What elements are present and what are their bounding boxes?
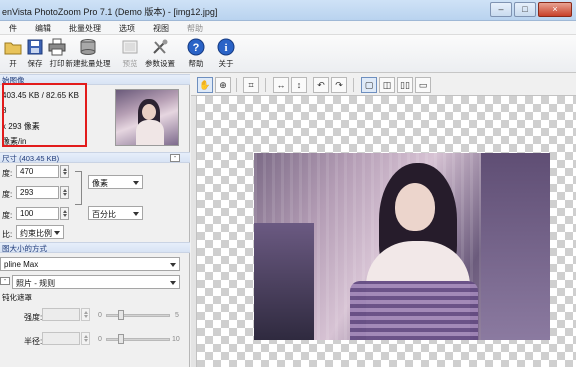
info-icon: i	[217, 38, 235, 56]
side-by-side-button[interactable]: ▯▯	[397, 77, 413, 93]
rotate-left-icon: ↶	[317, 80, 325, 90]
zoom-tool-button[interactable]: ⊕	[215, 77, 231, 93]
chevron-down-icon	[133, 181, 139, 185]
resize-method-section-header[interactable]: 图大小的方式	[0, 242, 190, 253]
side-by-side-icon: ▯▯	[400, 80, 410, 90]
settings-button[interactable]: 参数设置	[143, 37, 177, 71]
menu-view[interactable]: 视图	[144, 21, 178, 34]
menu-file[interactable]: 件	[0, 21, 26, 34]
stacked-view-button[interactable]: ▭	[415, 77, 431, 93]
aspect-link-icon	[75, 171, 82, 205]
crop-icon: ⌗	[248, 80, 254, 90]
zoom-icon: ⊕	[219, 80, 227, 90]
preview-icon	[122, 40, 138, 54]
ratio-label: 比:	[2, 230, 13, 239]
menu-edit[interactable]: 编辑	[26, 21, 60, 34]
size-unit-select[interactable]: 像素	[88, 175, 143, 189]
save-icon	[27, 39, 43, 55]
menu-batch[interactable]: 批量处理	[60, 21, 110, 34]
height-stepper[interactable]	[60, 186, 69, 199]
single-view-button[interactable]: ▢	[361, 77, 377, 93]
chevron-down-icon	[133, 212, 139, 216]
close-button[interactable]: ×	[538, 2, 572, 17]
method-select[interactable]: pline Max	[0, 257, 180, 271]
single-view-icon: ▢	[364, 80, 374, 90]
radius-field[interactable]	[42, 332, 80, 345]
scale-label: 度:	[2, 211, 13, 220]
radius-label: 半径:	[24, 337, 43, 346]
window-controls: – □ ×	[490, 2, 572, 17]
strength-max-label: 5	[175, 312, 179, 319]
rotate-right-icon: ↷	[335, 80, 343, 90]
radius-min-label: 0	[98, 336, 102, 343]
svg-text:i: i	[224, 42, 227, 54]
window-title: enVista PhotoZoom Pro 7.1 (Demo 版本) - [i…	[2, 7, 218, 17]
scale-stepper[interactable]	[60, 207, 69, 220]
sharpen-header: 钝化遮罩	[2, 293, 32, 302]
split-view-icon: ◫	[382, 80, 392, 90]
about-button[interactable]: i 关于	[215, 37, 237, 71]
width-field[interactable]: 470	[16, 165, 59, 178]
menu-options[interactable]: 选项	[110, 21, 144, 34]
preset-expand-button[interactable]: -	[0, 277, 10, 285]
strength-slider-thumb[interactable]	[118, 310, 124, 320]
hand-icon: ✋	[199, 80, 211, 90]
open-button[interactable]: 开	[2, 37, 24, 71]
new-batch-button[interactable]: 新建批量处理	[63, 37, 113, 71]
main-toolbar: 开 保存 打印 新建批量处理 预览 参数设置 ? 帮助 i 关于	[0, 35, 576, 73]
highlight-annotation	[2, 83, 87, 147]
rotate-left-button[interactable]: ↶	[313, 77, 329, 93]
title-bar: enVista PhotoZoom Pro 7.1 (Demo 版本) - [i…	[0, 0, 576, 21]
folder-open-icon	[4, 42, 22, 55]
flip-vertical-icon: ↕	[296, 80, 302, 90]
radius-slider-track[interactable]	[106, 338, 170, 341]
flip-horizontal-button[interactable]: ↔	[273, 77, 289, 93]
settings-icon	[153, 39, 168, 54]
scale-unit-select[interactable]: 百分比	[88, 206, 143, 220]
batch-icon	[80, 39, 96, 55]
flip-vertical-button[interactable]: ↕	[291, 77, 307, 93]
radius-stepper[interactable]	[81, 332, 90, 345]
menu-help[interactable]: 帮助	[178, 21, 212, 34]
maximize-button[interactable]: □	[514, 2, 536, 17]
height-field[interactable]: 293	[16, 186, 59, 199]
crop-tool-button[interactable]: ⌗	[243, 77, 259, 93]
strength-min-label: 0	[98, 312, 102, 319]
svg-text:?: ?	[193, 42, 200, 54]
hand-tool-button[interactable]: ✋	[197, 77, 213, 93]
chevron-down-icon	[170, 281, 176, 285]
viewer-toolbar: ✋ ⊕ ⌗ ↔ ↕ ↶ ↷ ▢ ◫ ▯▯ ▭	[191, 74, 576, 96]
save-button[interactable]: 保存	[24, 37, 46, 71]
ratio-select[interactable]: 约束比例	[16, 225, 64, 239]
height-label: 度:	[2, 190, 13, 199]
menu-bar: 件 编辑 批量处理 选项 视图 帮助	[0, 21, 576, 35]
width-stepper[interactable]	[60, 165, 69, 178]
help-icon: ?	[187, 38, 205, 56]
radius-max-label: 10	[172, 336, 180, 343]
collapse-new-size-button[interactable]: -	[170, 154, 180, 162]
width-label: 度:	[2, 169, 13, 178]
scale-field[interactable]: 100	[16, 207, 59, 220]
preset-select[interactable]: 照片 - 规则	[12, 275, 180, 289]
help-button[interactable]: ? 帮助	[185, 37, 207, 71]
strength-label: 强度:	[24, 313, 43, 322]
source-thumbnail	[115, 89, 179, 146]
strength-slider-track[interactable]	[106, 314, 170, 317]
preview-button[interactable]: 预览	[118, 37, 142, 71]
stacked-view-icon: ▭	[418, 80, 428, 90]
chevron-down-icon	[170, 263, 176, 267]
rotate-right-button[interactable]: ↷	[331, 77, 347, 93]
preview-image[interactable]	[254, 153, 550, 340]
chevron-down-icon	[54, 231, 60, 235]
strength-field[interactable]	[42, 308, 80, 321]
new-size-section-header[interactable]: 尺寸 (403.45 KB) -	[0, 152, 190, 163]
minimize-button[interactable]: –	[490, 2, 512, 17]
split-view-button[interactable]: ◫	[379, 77, 395, 93]
radius-slider-thumb[interactable]	[118, 334, 124, 344]
flip-horizontal-icon: ↔	[276, 80, 286, 90]
strength-stepper[interactable]	[81, 308, 90, 321]
